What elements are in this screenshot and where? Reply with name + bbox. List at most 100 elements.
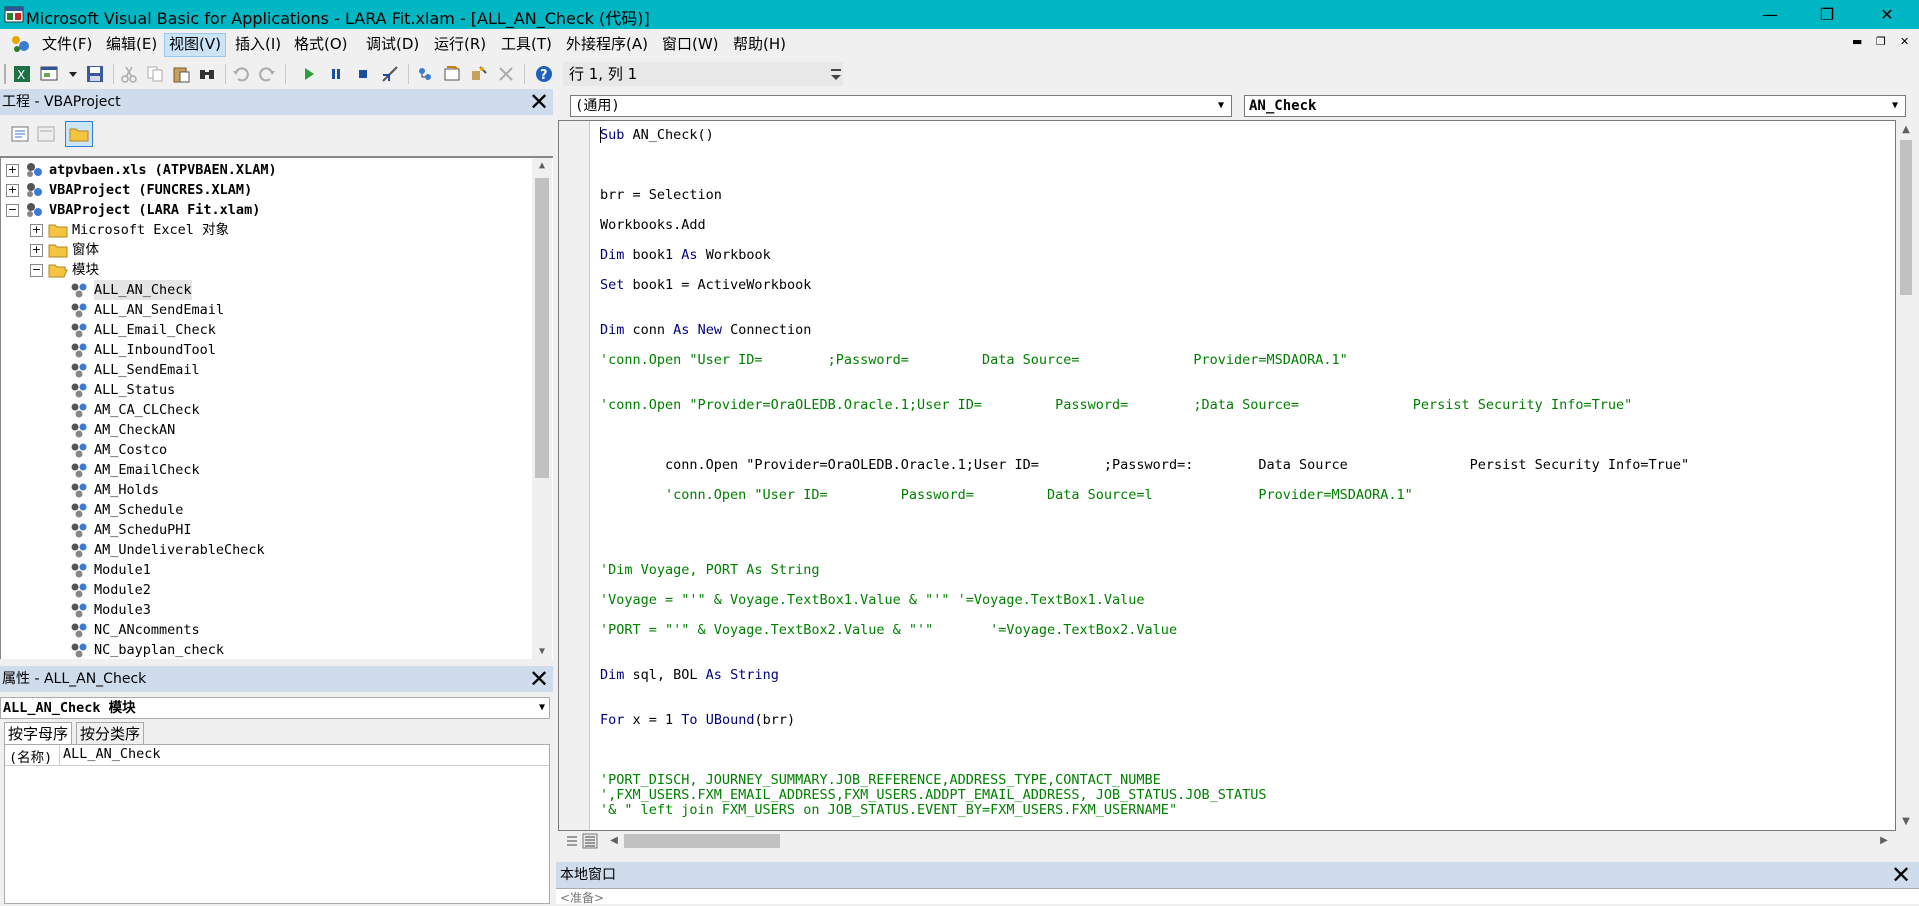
properties-object-combo[interactable]: ALL_AN_Check 模块 ▼: [0, 697, 550, 719]
code-line[interactable]: Workbooks.Add: [600, 217, 706, 233]
collapse-icon[interactable]: −: [30, 264, 43, 277]
procedure-combo[interactable]: AN_Check ▼: [1244, 95, 1906, 117]
tree-item[interactable]: AM_Schedule: [1, 500, 531, 520]
tree-item[interactable]: AM_EmailCheck: [1, 460, 531, 480]
collapse-icon[interactable]: −: [6, 204, 19, 217]
code-line[interactable]: Dim book1 As Workbook: [600, 247, 771, 263]
reset-icon[interactable]: [354, 65, 372, 83]
code-line[interactable]: 'Dim Voyage, PORT As String: [600, 562, 819, 578]
tree-item[interactable]: ALL_SendEmail: [1, 360, 531, 380]
menu-item[interactable]: 帮助(H): [729, 33, 790, 55]
code-line[interactable]: 'PORT = "'" & Voyage.TextBox2.Value & "'…: [600, 622, 1177, 638]
code-line[interactable]: 'PORT_DISCH, JOURNEY_SUMMARY.JOB_REFEREN…: [600, 772, 1161, 788]
redo-icon[interactable]: [258, 65, 276, 83]
object-combo[interactable]: (通用) ▼: [570, 95, 1232, 117]
code-line[interactable]: '& " left join FXM_USERS on JOB_STATUS.E…: [600, 802, 1177, 818]
code-line[interactable]: Dim sql, BOL As String: [600, 667, 779, 683]
tree-item[interactable]: NC_bayplan_check: [1, 640, 531, 659]
menu-item[interactable]: 文件(F): [38, 33, 96, 55]
tree-item[interactable]: ALL_Status: [1, 380, 531, 400]
chevron-down-icon[interactable]: ▼: [1885, 96, 1905, 116]
mdi-close-button[interactable]: ✕: [1900, 35, 1909, 48]
tree-item[interactable]: + 窗体: [1, 240, 531, 260]
tree-item[interactable]: + Microsoft Excel 对象: [1, 220, 531, 240]
project-panel-close-button[interactable]: ✕: [527, 89, 551, 115]
project-tree-scroll-thumb[interactable]: [535, 178, 549, 478]
tree-item[interactable]: ALL_InboundTool: [1, 340, 531, 360]
tree-item[interactable]: AM_ScheduPHI: [1, 520, 531, 540]
menu-item[interactable]: 视图(V): [164, 33, 226, 57]
minimize-button[interactable]: —: [1740, 0, 1800, 29]
code-scroll-thumb[interactable]: [1900, 140, 1912, 295]
tree-item[interactable]: ALL_AN_Check: [1, 280, 531, 300]
mdi-restore-button[interactable]: ❐: [1876, 35, 1886, 48]
cut-icon[interactable]: [120, 65, 138, 83]
procedure-view-icon[interactable]: [564, 833, 580, 849]
scroll-down-arrow-icon[interactable]: ▼: [1898, 816, 1914, 827]
help-icon[interactable]: ?: [535, 65, 553, 83]
toolbar-options-icon[interactable]: [829, 67, 843, 83]
copy-icon[interactable]: [146, 65, 164, 83]
run-icon[interactable]: [300, 65, 318, 83]
menu-item[interactable]: 插入(I): [231, 33, 285, 55]
code-line[interactable]: ',FXM_USERS.FXM_EMAIL_ADDRESS,FXM_USERS.…: [600, 787, 1266, 803]
code-vertical-scrollbar[interactable]: ▲ ▼: [1896, 120, 1916, 831]
menu-item[interactable]: 运行(R): [430, 33, 490, 55]
property-row[interactable]: (名称) ALL_AN_Check: [5, 745, 549, 766]
code-line[interactable]: 'conn.Open "User ID= Password= Data Sour…: [600, 487, 1413, 503]
properties-panel-close-button[interactable]: ✕: [527, 666, 551, 692]
object-browser-icon[interactable]: [470, 65, 488, 83]
scroll-left-arrow-icon[interactable]: ◀: [606, 835, 622, 846]
tree-item[interactable]: AM_CA_CLCheck: [1, 400, 531, 420]
save-icon[interactable]: [86, 65, 104, 83]
chevron-down-icon[interactable]: ▼: [1211, 96, 1231, 116]
code-line[interactable]: Set book1 = ActiveWorkbook: [600, 277, 811, 293]
tree-item[interactable]: Module1: [1, 560, 531, 580]
full-module-view-icon[interactable]: [582, 833, 598, 849]
code-line[interactable]: 'conn.Open "Provider=OraOLEDB.Oracle.1;U…: [600, 397, 1632, 413]
tree-item[interactable]: AM_CheckAN: [1, 420, 531, 440]
code-margin[interactable]: [559, 121, 590, 830]
menu-item[interactable]: 工具(T): [497, 33, 556, 55]
expand-icon[interactable]: +: [30, 224, 43, 237]
code-editor[interactable]: Sub AN_Check() brr = Selection Workbooks.A…: [558, 120, 1896, 831]
tree-item[interactable]: + VBAProject (FUNCRES.XLAM): [1, 180, 531, 200]
tree-item[interactable]: ALL_AN_SendEmail: [1, 300, 531, 320]
property-value[interactable]: ALL_AN_Check: [63, 746, 161, 762]
find-icon[interactable]: [198, 65, 216, 83]
dropdown-arrow-icon[interactable]: [68, 65, 78, 83]
insert-userform-icon[interactable]: [40, 65, 58, 83]
tree-item[interactable]: Module3: [1, 600, 531, 620]
scroll-up-arrow-icon[interactable]: ▲: [1898, 124, 1914, 135]
tab-alphabetic[interactable]: 按字母序: [4, 722, 73, 745]
tree-item[interactable]: NC_ANcomments: [1, 620, 531, 640]
tree-item[interactable]: − VBAProject (LARA Fit.xlam): [1, 200, 531, 220]
view-object-icon[interactable]: [36, 125, 56, 143]
close-button[interactable]: ✕: [1857, 0, 1917, 29]
code-line[interactable]: brr = Selection: [600, 187, 722, 203]
restore-button[interactable]: ❐: [1797, 0, 1857, 29]
project-explorer-icon[interactable]: [416, 65, 434, 83]
tree-item[interactable]: Module2: [1, 580, 531, 600]
tree-item[interactable]: − 模块: [1, 260, 531, 280]
menu-item[interactable]: 编辑(E): [102, 33, 161, 55]
menu-item[interactable]: 格式(O): [290, 33, 352, 55]
view-code-icon[interactable]: [10, 125, 30, 143]
expand-icon[interactable]: +: [6, 184, 19, 197]
tree-item[interactable]: ALL_Email_Check: [1, 320, 531, 340]
tree-item[interactable]: AM_UndeliverableCheck: [1, 540, 531, 560]
code-hscroll-thumb[interactable]: [624, 834, 780, 848]
design-mode-icon[interactable]: [381, 65, 399, 83]
scroll-up-arrow-icon[interactable]: ▲: [534, 160, 550, 171]
menu-item[interactable]: 外接程序(A): [562, 33, 652, 55]
tree-item[interactable]: AM_Holds: [1, 480, 531, 500]
expand-icon[interactable]: +: [6, 164, 19, 177]
project-tree-scrollbar[interactable]: ▲ ▼: [532, 158, 552, 659]
menu-item[interactable]: 调试(D): [362, 33, 423, 55]
toolbox-icon[interactable]: [497, 65, 515, 83]
code-line[interactable]: 'conn.Open "User ID= ;Password= Data Sou…: [600, 352, 1348, 368]
properties-window-icon[interactable]: [443, 65, 461, 83]
scroll-right-arrow-icon[interactable]: ▶: [1876, 835, 1892, 846]
scroll-down-arrow-icon[interactable]: ▼: [534, 646, 550, 657]
tree-item[interactable]: AM_Costco: [1, 440, 531, 460]
